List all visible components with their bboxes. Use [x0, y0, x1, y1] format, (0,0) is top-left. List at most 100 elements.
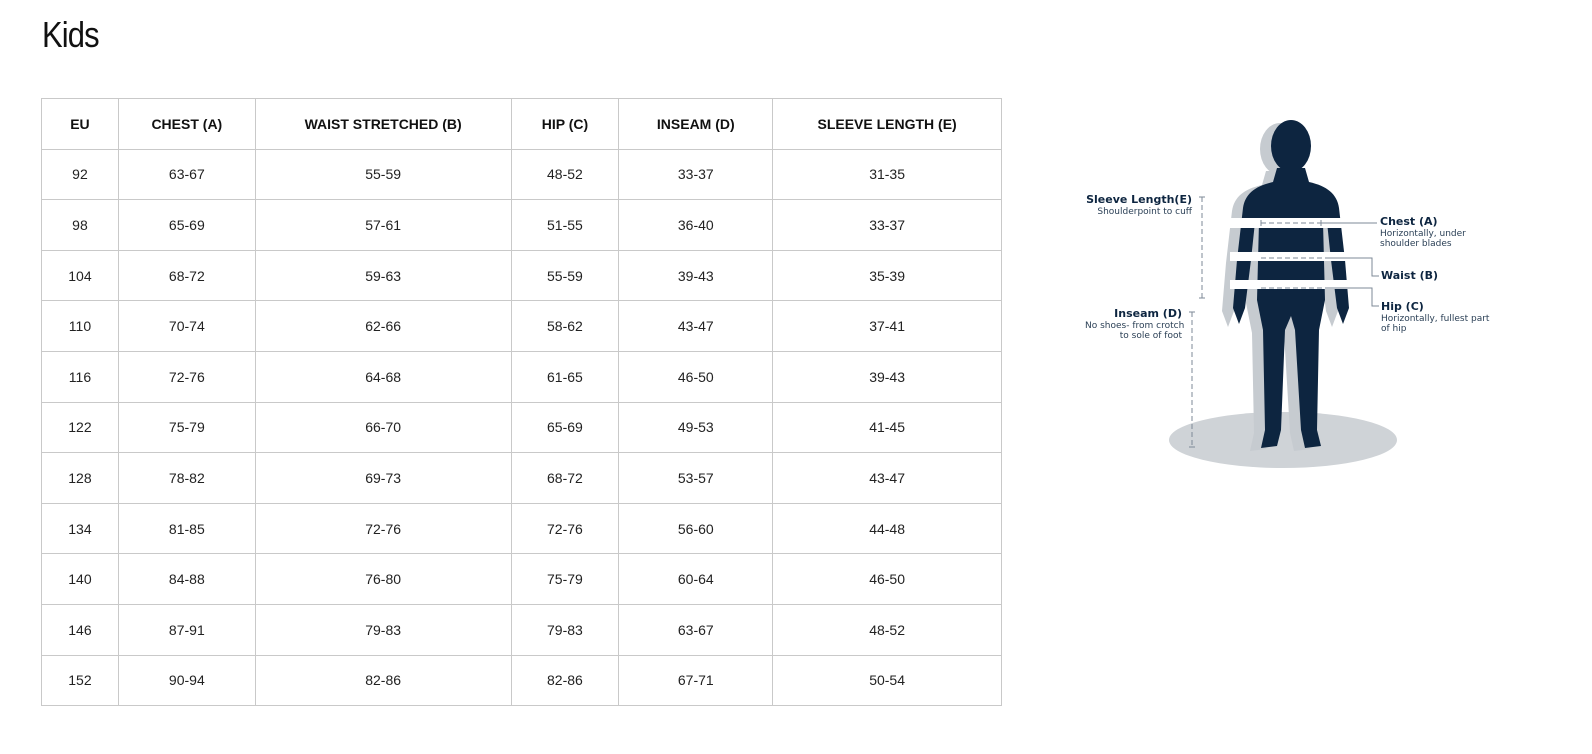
table-cell: 55-59 [254, 148, 512, 201]
header-inseam: INSEAM (D) [618, 98, 774, 150]
hip-title: Hip (C) [1381, 300, 1424, 313]
table-cell: 36-40 [618, 199, 774, 251]
table-cell: 65-69 [510, 401, 620, 454]
inseam-desc-1: No shoes- from crotch [1085, 320, 1185, 331]
table-cell: 134 [41, 502, 119, 555]
table-cell: 46-50 [772, 553, 1002, 605]
table-cell: 56-60 [618, 502, 774, 555]
table-cell: 79-83 [510, 603, 620, 656]
table-cell: 50-54 [772, 654, 1002, 707]
hip-desc-1: Horizontally, fullest part [1381, 313, 1490, 324]
table-cell: 75-79 [117, 401, 256, 454]
table-cell: 39-43 [618, 249, 774, 302]
table-cell: 53-57 [618, 452, 774, 504]
table-row: 92 63-67 55-59 48-52 33-37 31-35 [41, 148, 1002, 201]
table-cell: 44-48 [772, 502, 1002, 555]
header-sleeve-length: SLEEVE LENGTH (E) [772, 98, 1002, 150]
inseam-title: Inseam (D) [1114, 307, 1182, 320]
table-cell: 82-86 [254, 654, 512, 707]
table-cell: 60-64 [618, 553, 774, 605]
table-cell: 104 [41, 249, 119, 302]
table-cell: 75-79 [510, 553, 620, 605]
table-row: 146 87-91 79-83 79-83 63-67 48-52 [41, 603, 1002, 656]
table-cell: 87-91 [117, 603, 256, 656]
page-title: Kids [42, 14, 100, 55]
table-row: 134 81-85 72-76 72-76 56-60 44-48 [41, 502, 1002, 555]
table-header-row: EU CHEST (A) WAIST STRETCHED (B) HIP (C)… [41, 98, 1002, 150]
inseam-label: Inseam (D) No shoes- from crotch to sole… [1085, 307, 1185, 341]
table-row: 140 84-88 76-80 75-79 60-64 46-50 [41, 553, 1002, 605]
table-row: 116 72-76 64-68 61-65 46-50 39-43 [41, 350, 1002, 403]
table-cell: 84-88 [117, 553, 256, 605]
kid-figure-svg [1169, 120, 1397, 468]
table-cell: 55-59 [510, 249, 620, 302]
table-cell: 152 [41, 654, 119, 707]
table-cell: 116 [41, 350, 119, 403]
measurement-diagram: Sleeve Length(E) Shoulderpoint to cuff I… [1085, 110, 1505, 480]
table-cell: 69-73 [254, 452, 512, 504]
table-cell: 62-66 [254, 300, 512, 352]
table-cell: 48-52 [510, 148, 620, 201]
table-cell: 43-47 [772, 452, 1002, 504]
chest-label: Chest (A) Horizontally, under shoulder b… [1380, 215, 1466, 249]
table-cell: 59-63 [254, 249, 512, 302]
hip-desc-2: of hip [1381, 323, 1407, 334]
table-cell: 35-39 [772, 249, 1002, 302]
table-row: 152 90-94 82-86 82-86 67-71 50-54 [41, 654, 1002, 707]
table-cell: 72-76 [117, 350, 256, 403]
table-cell: 92 [41, 148, 119, 201]
table-cell: 78-82 [117, 452, 256, 504]
table-cell: 140 [41, 553, 119, 605]
table-cell: 63-67 [618, 603, 774, 656]
table-cell: 68-72 [117, 249, 256, 302]
header-chest: CHEST (A) [117, 98, 256, 150]
chest-desc-1: Horizontally, under [1380, 228, 1466, 239]
waist-label: Waist (B) [1381, 269, 1439, 283]
table-cell: 37-41 [772, 300, 1002, 352]
table-cell: 79-83 [254, 603, 512, 656]
table-cell: 39-43 [772, 350, 1002, 403]
table-row: 104 68-72 59-63 55-59 39-43 35-39 [41, 249, 1002, 302]
sleeve-length-desc: Shoulderpoint to cuff [1097, 206, 1192, 217]
table-cell: 64-68 [254, 350, 512, 403]
table-cell: 63-67 [117, 148, 256, 201]
header-hip: HIP (C) [510, 98, 620, 150]
inseam-desc-2: to sole of foot [1119, 330, 1182, 341]
table-cell: 72-76 [254, 502, 512, 555]
table-row: 110 70-74 62-66 58-62 43-47 37-41 [41, 300, 1002, 352]
chest-title: Chest (A) [1380, 215, 1438, 228]
table-row: 128 78-82 69-73 68-72 53-57 43-47 [41, 452, 1002, 504]
table-cell: 61-65 [510, 350, 620, 403]
table-cell: 98 [41, 199, 119, 251]
table-cell: 146 [41, 603, 119, 656]
header-eu: EU [41, 98, 119, 150]
table-cell: 65-69 [117, 199, 256, 251]
table-cell: 90-94 [117, 654, 256, 707]
table-cell: 81-85 [117, 502, 256, 555]
table-cell: 70-74 [117, 300, 256, 352]
header-waist: WAIST STRETCHED (B) [254, 98, 512, 150]
table-row: 122 75-79 66-70 65-69 49-53 41-45 [41, 401, 1002, 454]
table-cell: 33-37 [772, 199, 1002, 251]
table-cell: 67-71 [618, 654, 774, 707]
table-cell: 46-50 [618, 350, 774, 403]
table-cell: 33-37 [618, 148, 774, 201]
sleeve-length-title: Sleeve Length(E) [1086, 193, 1192, 206]
hip-label: Hip (C) Horizontally, fullest part of hi… [1381, 300, 1490, 334]
waist-title: Waist (B) [1381, 269, 1439, 282]
table-cell: 31-35 [772, 148, 1002, 201]
waist-band [1230, 252, 1355, 261]
table-cell: 68-72 [510, 452, 620, 504]
ground-shadow [1169, 412, 1397, 468]
table-cell: 110 [41, 300, 119, 352]
table-cell: 76-80 [254, 553, 512, 605]
table-cell: 57-61 [254, 199, 512, 251]
table-row: 98 65-69 57-61 51-55 36-40 33-37 [41, 199, 1002, 251]
table-cell: 43-47 [618, 300, 774, 352]
table-cell: 41-45 [772, 401, 1002, 454]
table-cell: 128 [41, 452, 119, 504]
table-cell: 82-86 [510, 654, 620, 707]
size-chart-table: EU CHEST (A) WAIST STRETCHED (B) HIP (C)… [41, 98, 1002, 707]
table-cell: 72-76 [510, 502, 620, 555]
table-cell: 66-70 [254, 401, 512, 454]
